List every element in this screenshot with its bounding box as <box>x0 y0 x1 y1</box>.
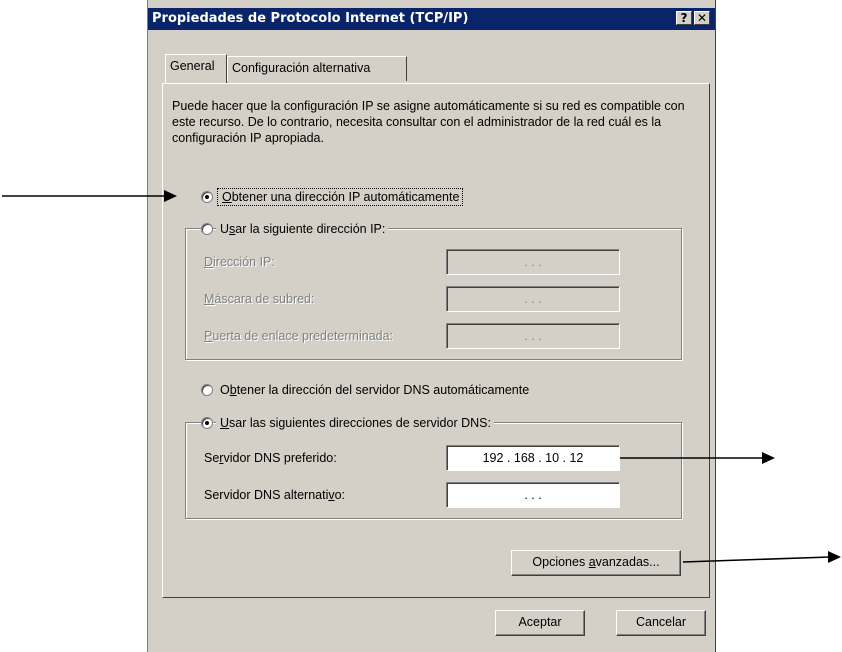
annotation-arrows <box>2 190 841 563</box>
arrow-to-ip-auto <box>2 190 177 202</box>
arrow-from-preferred-dns <box>620 452 775 464</box>
tab-general-label: General <box>170 59 215 73</box>
arrow-from-advanced-button <box>682 551 841 563</box>
tab-general[interactable]: General <box>165 54 227 83</box>
